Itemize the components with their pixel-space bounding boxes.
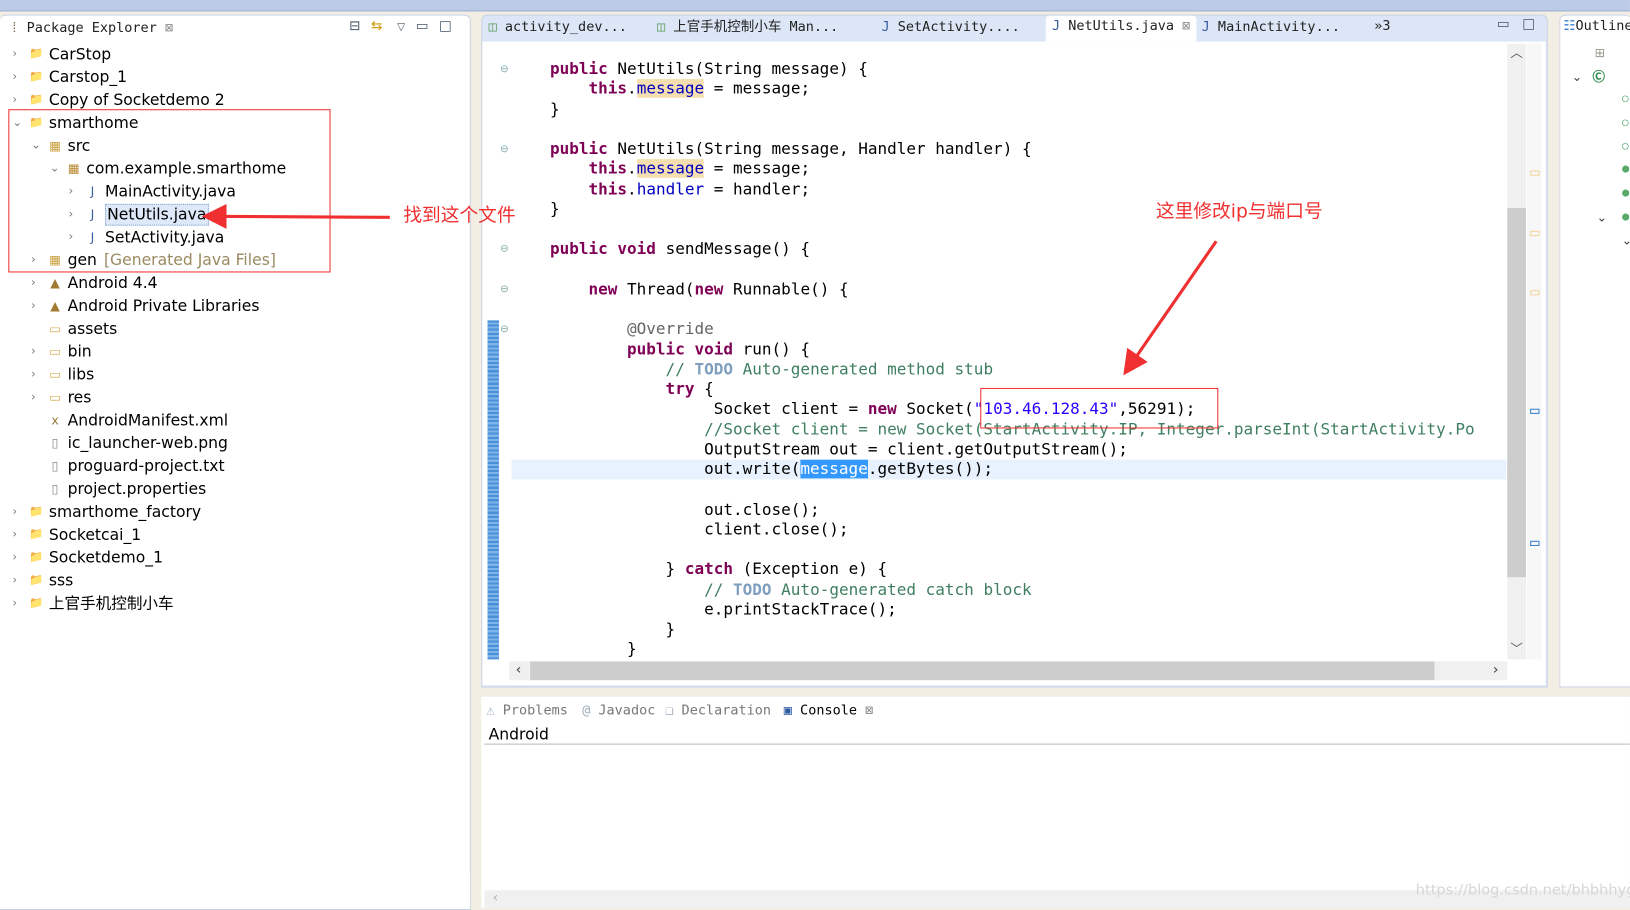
annotation-arrows xyxy=(201,203,1218,376)
arrow-to-netutils xyxy=(201,203,390,229)
arrow-to-socket xyxy=(1123,240,1218,376)
